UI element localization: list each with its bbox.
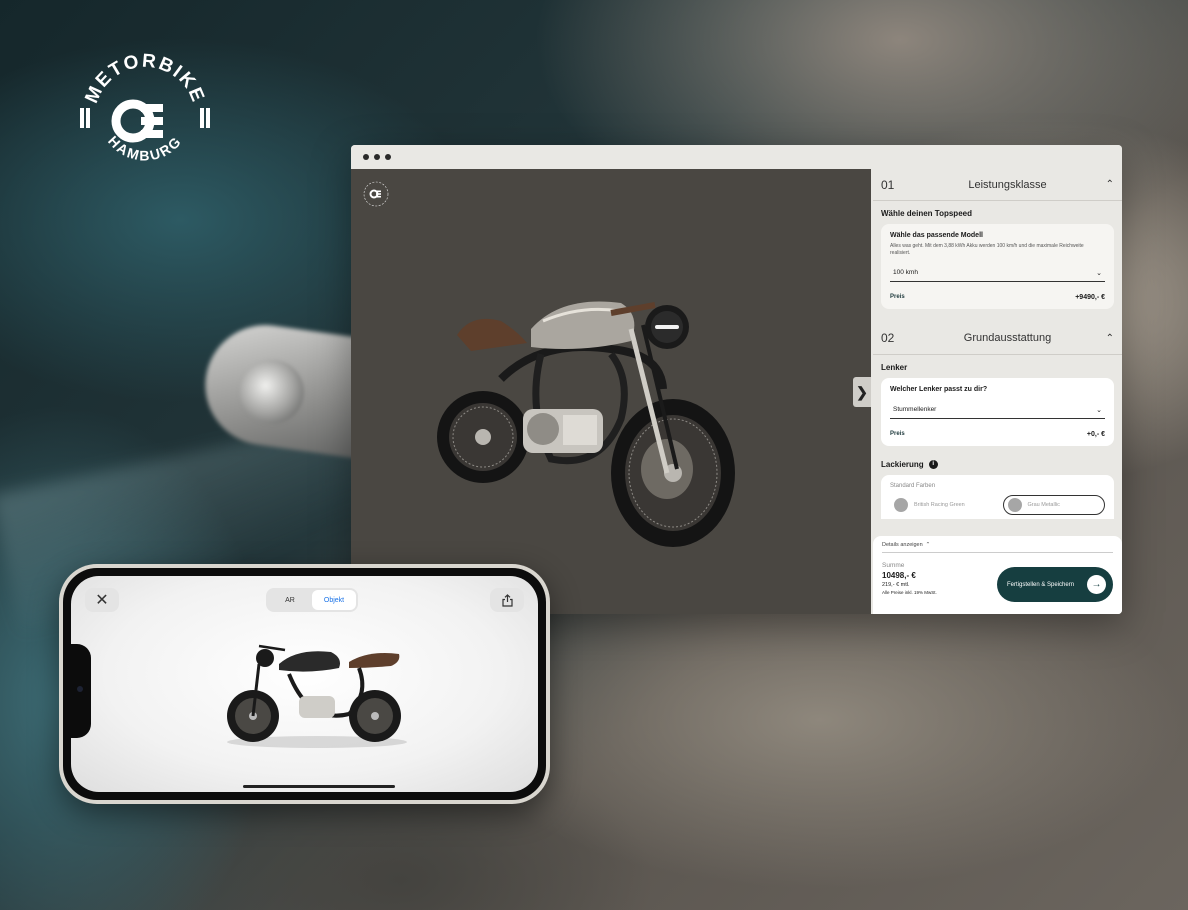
color-options: British Racing Green Grau Metallic: [890, 494, 1105, 515]
info-icon[interactable]: i: [928, 459, 938, 469]
logo-text-top: METORBIKE: [81, 51, 206, 107]
model-card-title: Wähle das passende Modell: [890, 232, 983, 239]
close-button[interactable]: ✕: [85, 588, 119, 612]
color-option-selected[interactable]: Grau Metallic: [1002, 494, 1105, 515]
lenker-card: Welcher Lenker passt zu dir? Stummellenk…: [881, 377, 1114, 446]
segment-ar[interactable]: AR: [268, 590, 312, 610]
chevron-up-icon[interactable]: ⌃: [1102, 179, 1114, 190]
camera-dot: [77, 686, 83, 692]
bike-3d-model[interactable]: [431, 259, 771, 559]
summary-footer: Details anzeigen ⌃ Summe 10498,- € 219,-…: [873, 536, 1122, 614]
paint-heading: Lackierung: [881, 459, 924, 469]
chevron-right-icon: ❯: [856, 383, 868, 400]
section-header-leistungsklasse[interactable]: 01 Leistungsklasse ⌃: [873, 169, 1122, 201]
section-title: Leistungsklasse: [968, 178, 1047, 191]
section-header-grundausstattung[interactable]: 02 Grundausstattung ⌃: [873, 323, 1122, 355]
lenker-price-row: Preis +0,- €: [890, 431, 1105, 438]
panel-toggle-button[interactable]: ❯: [853, 377, 871, 407]
model-card-description: Alles was geht. Mit dem 3,88 kWh Akku we…: [890, 243, 1084, 257]
topspeed-select-value: 100 kmh: [893, 269, 918, 276]
section-title: Grundausstattung: [963, 332, 1052, 344]
details-toggle[interactable]: Details anzeigen ⌃: [882, 542, 1113, 553]
color-option[interactable]: British Racing Green: [890, 495, 991, 515]
price-label: Preis: [890, 431, 905, 437]
window-dot[interactable]: [385, 154, 391, 160]
details-toggle-label: Details anzeigen: [882, 542, 923, 548]
color-swatch: [1007, 497, 1022, 512]
window-dot[interactable]: [363, 154, 369, 160]
logo-mark: [80, 99, 210, 143]
price-value: +9490,- €: [1075, 293, 1105, 301]
browser-titlebar: [351, 145, 1122, 169]
model-card: Wähle das passende Modell Alles was geht…: [881, 224, 1114, 309]
chevron-down-icon: ⌄: [1096, 406, 1102, 414]
bike-3d-viewport[interactable]: ❯: [351, 169, 871, 614]
lenker-select[interactable]: Stummellenker ⌄: [890, 403, 1105, 419]
view-mode-segment: AR Objekt: [266, 588, 358, 612]
share-icon: [501, 593, 513, 607]
color-swatch: [894, 497, 908, 512]
phone-screen: ✕ AR Objekt: [71, 576, 538, 792]
paint-heading-row: Lackierung i: [873, 446, 1122, 475]
price-value: +0,- €: [1086, 430, 1105, 438]
segment-objekt[interactable]: Objekt: [312, 590, 356, 610]
close-icon: ✕: [95, 592, 109, 609]
brand-logo: METORBIKE HAMBURG: [80, 51, 210, 164]
price-label: Preis: [890, 294, 905, 300]
paint-card: Standard Farben British Racing Green Gra…: [881, 474, 1114, 519]
browser-window: ❯ 01 Leistungsklasse ⌃ Wähle deinen Tops…: [351, 145, 1122, 614]
share-button[interactable]: [490, 588, 524, 612]
chevron-up-icon[interactable]: ⌃: [1102, 333, 1114, 344]
finish-button-label: Fertigstellen & Speichern: [1007, 581, 1075, 588]
svg-text:METORBIKE: METORBIKE: [81, 51, 208, 107]
phone-notch: [71, 644, 91, 738]
arrow-right-icon: →: [1087, 575, 1106, 594]
topspeed-select[interactable]: 100 kmh ⌄: [890, 266, 1105, 282]
topspeed-heading: Wähle deinen Topspeed: [881, 209, 972, 218]
window-dot[interactable]: [374, 154, 380, 160]
finish-save-button[interactable]: Fertigstellen & Speichern →: [997, 567, 1113, 602]
chevron-down-icon: ⌄: [1096, 269, 1102, 277]
background-bolt: [240, 360, 304, 424]
color-option-label: Grau Metallic: [1027, 501, 1060, 508]
home-indicator[interactable]: [243, 785, 395, 788]
mini-brand-logo: [363, 181, 389, 207]
configurator-panel: 01 Leistungsklasse ⌃ Wähle deinen Topspe…: [873, 169, 1122, 614]
lenker-select-value: Stummellenker: [893, 406, 937, 413]
model-price-row: Preis +9490,- €: [890, 294, 1105, 301]
lenker-heading: Lenker: [881, 362, 908, 372]
phone-bezel: ✕ AR Objekt: [63, 568, 546, 800]
chevron-up-icon: ⌃: [925, 542, 931, 548]
lenker-question: Welcher Lenker passt zu dir?: [890, 385, 988, 393]
standard-colors-label: Standard Farben: [890, 482, 936, 489]
phone-mockup: ✕ AR Objekt: [59, 564, 550, 804]
color-option-label: British Racing Green: [914, 501, 965, 508]
bike-object-preview[interactable]: [219, 624, 415, 754]
